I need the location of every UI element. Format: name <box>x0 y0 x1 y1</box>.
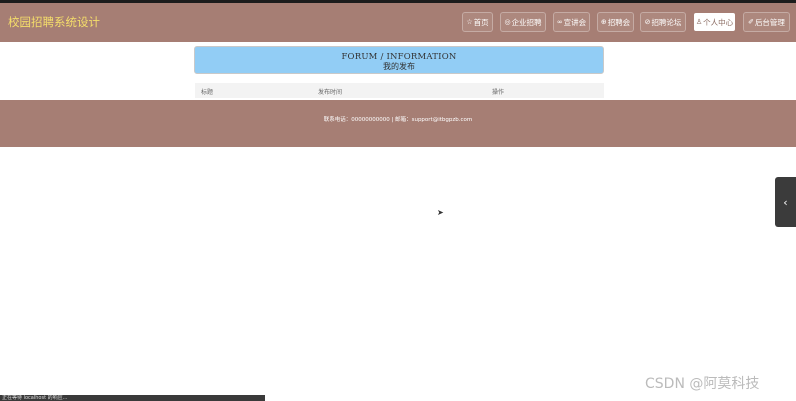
nav-admin-label: 后台管理 <box>754 17 785 27</box>
pencil-icon: ✐ <box>748 18 754 26</box>
nav-job-fair[interactable]: ⊕ 招聘会 <box>598 13 633 31</box>
footer-contact: 联系电话：00000000000 | 邮箱：support@itbgpzb.co… <box>323 117 473 123</box>
nav-forum[interactable]: ⊘ 招聘论坛 <box>641 13 685 31</box>
column-publish-time: 发布时间 <box>318 89 343 96</box>
forum-icon: ⊘ <box>644 18 651 26</box>
chevron-left-icon: ‹ <box>783 195 788 209</box>
column-title: 标题 <box>201 89 214 96</box>
browser-status-bar: 正在等待 localhost 的响应... <box>0 395 265 401</box>
nav-personal-center-label: 个人中心 <box>703 17 734 27</box>
star-icon: ☆ <box>466 18 473 26</box>
column-actions: 操作 <box>492 89 505 96</box>
mouse-cursor-icon: ➤ <box>437 208 444 217</box>
nav-presentation-label: 宣讲会 <box>563 17 587 27</box>
site-brand[interactable]: 校园招聘系统设计 <box>8 14 100 30</box>
nav-forum-label: 招聘论坛 <box>651 17 682 27</box>
section-title: FORUM / INFORMATION <box>341 52 457 62</box>
site-footer: 联系电话：00000000000 | 邮箱：support@itbgpzb.co… <box>0 100 796 147</box>
side-panel-toggle[interactable]: ‹ <box>775 177 796 227</box>
nav-home-label: 首页 <box>473 17 489 27</box>
infinity-icon: ∞ <box>556 18 563 26</box>
nav-presentation[interactable]: ∞ 宣讲会 <box>554 13 589 31</box>
section-subtitle: 我的发布 <box>383 62 415 71</box>
nav-personal-center[interactable]: ♙ 个人中心 <box>694 13 735 31</box>
section-header: FORUM / INFORMATION 我的发布 <box>194 46 604 74</box>
nav-home[interactable]: ☆ 首页 <box>463 13 492 31</box>
watermark: CSDN @阿莫科技 <box>645 376 760 392</box>
plus-circle-icon: ⊕ <box>600 18 607 26</box>
nav-company-recruitment-label: 企业招聘 <box>511 17 542 27</box>
posts-table-header: 标题 发布时间 操作 <box>195 83 604 98</box>
nav-job-fair-label: 招聘会 <box>607 17 631 27</box>
nav-company-recruitment[interactable]: ◎ 企业招聘 <box>501 13 545 31</box>
target-icon: ◎ <box>504 18 511 26</box>
top-navbar: 校园招聘系统设计 ☆ 首页 ◎ 企业招聘 ∞ 宣讲会 ⊕ 招聘会 ⊘ 招聘论坛 … <box>0 3 796 42</box>
user-icon: ♙ <box>695 18 703 26</box>
nav-admin[interactable]: ✐ 后台管理 <box>744 13 789 31</box>
